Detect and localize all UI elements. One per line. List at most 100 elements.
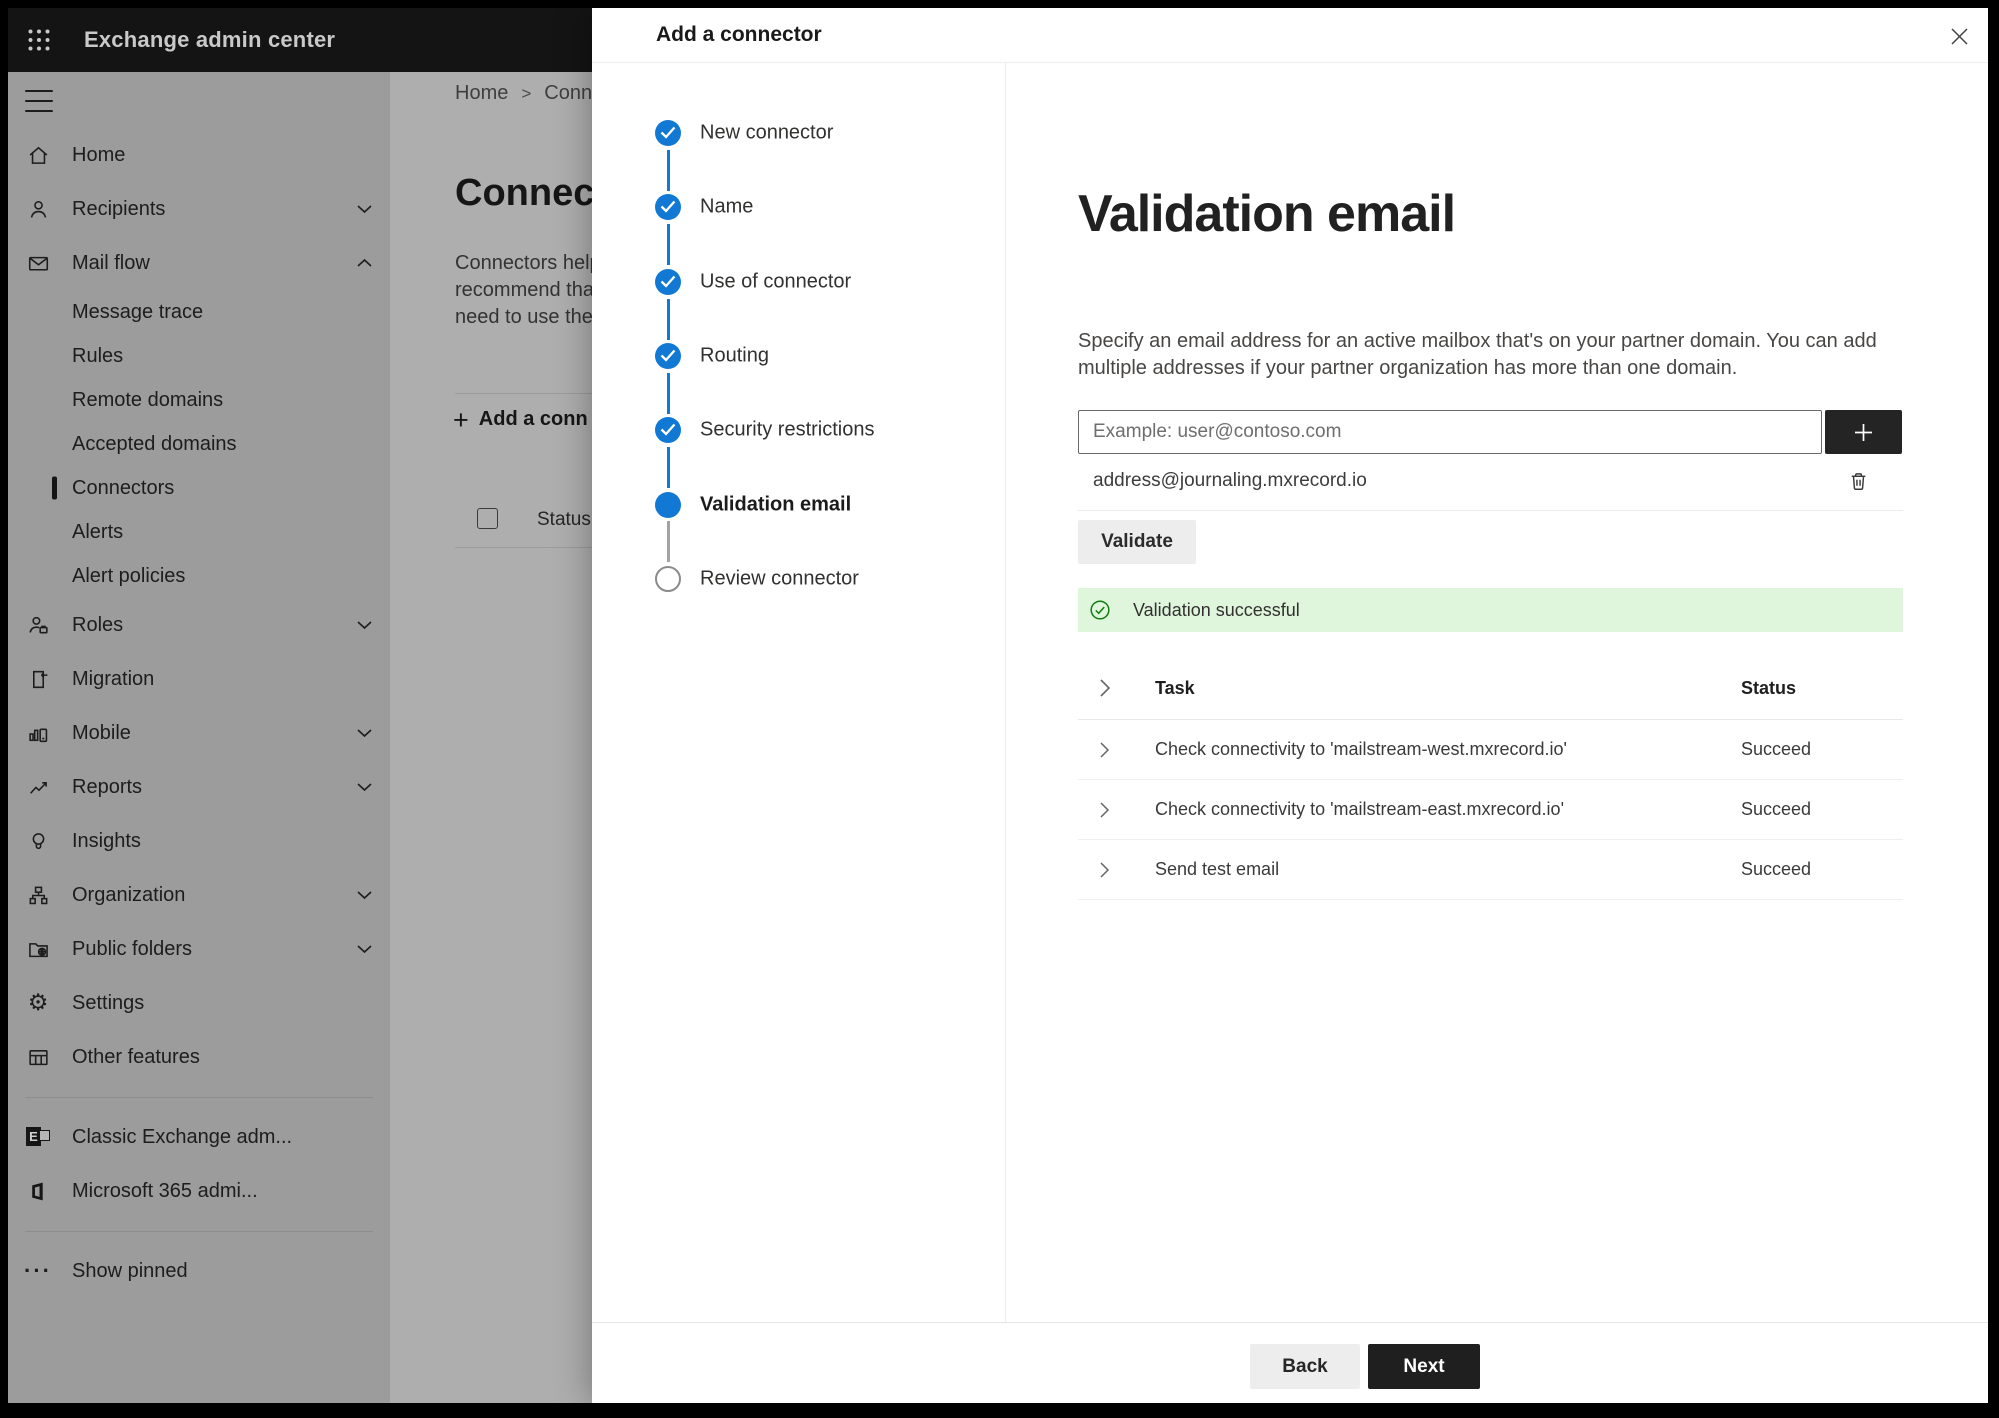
success-message: Validation successful xyxy=(1133,599,1300,620)
document-arrow-icon xyxy=(25,666,51,692)
sidebar-item-roles[interactable]: Roles xyxy=(8,598,390,652)
sidebar-item-reports[interactable]: Reports xyxy=(8,760,390,814)
sidebar-item-recipients[interactable]: Recipients xyxy=(8,182,390,236)
sidebar-item-home[interactable]: Home xyxy=(8,128,390,182)
app-window: Exchange admin center Home Recipients Ma… xyxy=(8,8,1988,1403)
table-header-row: Task Status xyxy=(1078,657,1903,720)
breadcrumb-separator: > xyxy=(521,83,532,103)
page-title: Connec xyxy=(455,172,595,214)
breadcrumb-home[interactable]: Home xyxy=(455,82,508,105)
step-use-of-connector[interactable]: Use of connector xyxy=(592,245,1005,340)
home-icon xyxy=(25,142,51,168)
sidebar-item-organization[interactable]: Organization xyxy=(8,868,390,922)
chevron-up-icon[interactable] xyxy=(357,258,372,268)
next-button[interactable]: Next xyxy=(1368,1344,1480,1389)
chevron-right-icon[interactable] xyxy=(1099,678,1111,698)
sidebar-item-alerts[interactable]: Alerts xyxy=(8,510,390,554)
sidebar-item-label: Recipients xyxy=(72,197,166,220)
person-badge-icon xyxy=(25,612,51,638)
task-column-header: Task xyxy=(1155,677,1195,698)
task-cell: Check connectivity to 'mailstream-east.m… xyxy=(1155,799,1565,819)
sidebar-item-public-folders[interactable]: Public folders xyxy=(8,922,390,976)
org-chart-icon xyxy=(25,882,51,908)
sidebar-item-mail-flow[interactable]: Mail flow xyxy=(8,236,390,290)
sidebar-item-microsoft-365-admin[interactable]: Microsoft 365 admi... xyxy=(8,1164,390,1218)
sidebar-item-migration[interactable]: Migration xyxy=(8,652,390,706)
add-connector-button[interactable]: + Add a conn xyxy=(453,404,588,435)
step-name[interactable]: Name xyxy=(592,170,1005,266)
step-upcoming-icon xyxy=(655,565,681,592)
address-divider xyxy=(1078,510,1903,511)
sidebar-item-label: Home xyxy=(72,143,126,166)
sidebar-item-settings[interactable]: ⚙ Settings xyxy=(8,976,390,1030)
gear-icon: ⚙ xyxy=(27,989,49,1016)
sidebar-item-alert-policies[interactable]: Alert policies xyxy=(8,554,390,598)
step-validation-email[interactable]: Validation email xyxy=(592,467,1005,563)
step-review-connector[interactable]: Review connector xyxy=(592,542,1005,616)
chevron-down-icon[interactable] xyxy=(357,205,372,214)
step-security-restrictions[interactable]: Security restrictions xyxy=(592,393,1005,489)
added-address-text: address@journaling.mxrecord.io xyxy=(1093,470,1367,491)
expand-row-chevron-icon[interactable] xyxy=(1099,741,1110,759)
validate-button[interactable]: Validate xyxy=(1078,520,1196,564)
folder-globe-icon xyxy=(25,936,51,962)
sidebar-item-classic-exchange-admin[interactable]: E Classic Exchange adm... xyxy=(8,1110,390,1164)
exchange-logo-icon: E xyxy=(25,1124,51,1150)
chevron-down-icon[interactable] xyxy=(357,621,372,630)
chevron-down-icon[interactable] xyxy=(357,783,372,792)
status-column-header: Status xyxy=(1741,677,1797,698)
close-button[interactable] xyxy=(1944,21,1974,51)
step-routing[interactable]: Routing xyxy=(592,319,1005,415)
chart-phone-icon xyxy=(25,720,51,746)
step-complete-icon xyxy=(655,417,681,444)
table-row: Check connectivity to 'mailstream-west.m… xyxy=(1078,720,1903,780)
chevron-down-icon[interactable] xyxy=(357,945,372,954)
expand-row-chevron-icon[interactable] xyxy=(1099,861,1110,879)
close-icon xyxy=(1950,27,1968,45)
table-row: Send test email Succeed xyxy=(1078,840,1903,900)
sidebar-item-connectors[interactable]: Connectors xyxy=(8,466,390,510)
add-address-button[interactable] xyxy=(1825,410,1902,454)
sidebar-item-accepted-domains[interactable]: Accepted domains xyxy=(8,422,390,466)
validation-task-table: Task Status Check connectivity to 'mails… xyxy=(1078,657,1903,900)
validation-success-banner: Validation successful xyxy=(1078,588,1903,632)
selected-indicator xyxy=(52,476,57,500)
task-cell: Send test email xyxy=(1155,859,1280,879)
ellipsis-icon: ··· xyxy=(24,1258,52,1283)
app-launcher-button[interactable] xyxy=(16,17,62,63)
chevron-down-icon[interactable] xyxy=(357,729,372,738)
sidebar-item-insights[interactable]: Insights xyxy=(8,814,390,868)
sidebar-item-other-features[interactable]: Other features xyxy=(8,1030,390,1084)
sidebar-item-message-trace[interactable]: Message trace xyxy=(8,290,390,334)
table-icon xyxy=(25,1044,51,1070)
expand-row-chevron-icon[interactable] xyxy=(1099,801,1110,819)
status-cell: Succeed xyxy=(1741,859,1812,879)
sidebar-divider xyxy=(25,1231,373,1232)
plus-icon: + xyxy=(453,404,469,435)
sidebar-item-rules[interactable]: Rules xyxy=(8,334,390,378)
table-row: Check connectivity to 'mailstream-east.m… xyxy=(1078,780,1903,840)
select-all-checkbox[interactable] xyxy=(477,508,498,529)
check-circle-icon xyxy=(1089,599,1111,621)
sidebar-item-show-pinned[interactable]: ··· Show pinned xyxy=(8,1244,390,1298)
step-new-connector[interactable]: New connector xyxy=(592,96,1005,192)
sidebar-item-remote-domains[interactable]: Remote domains xyxy=(8,378,390,422)
trash-icon[interactable] xyxy=(1845,468,1871,494)
wizard-page-description: Specify an email address for an active m… xyxy=(1078,330,1877,379)
step-complete-icon xyxy=(655,268,681,295)
person-icon xyxy=(25,196,51,222)
email-address-input[interactable] xyxy=(1078,410,1822,454)
chevron-down-icon[interactable] xyxy=(357,891,372,900)
sidebar: Home Recipients Mail flow Message trace … xyxy=(8,72,390,1403)
line-chart-icon xyxy=(25,774,51,800)
mail-icon xyxy=(25,250,51,276)
hamburger-menu-button[interactable] xyxy=(25,90,53,112)
panel-footer: Back Next xyxy=(592,1322,1988,1403)
lightbulb-icon xyxy=(25,828,51,854)
back-button[interactable]: Back xyxy=(1250,1344,1360,1389)
app-title: Exchange admin center xyxy=(84,27,336,52)
breadcrumb: Home > Conne xyxy=(455,82,603,105)
plus-icon xyxy=(1855,423,1872,441)
sidebar-item-mobile[interactable]: Mobile xyxy=(8,706,390,760)
page-description: Connectors help recommend tha need to us… xyxy=(455,252,601,328)
